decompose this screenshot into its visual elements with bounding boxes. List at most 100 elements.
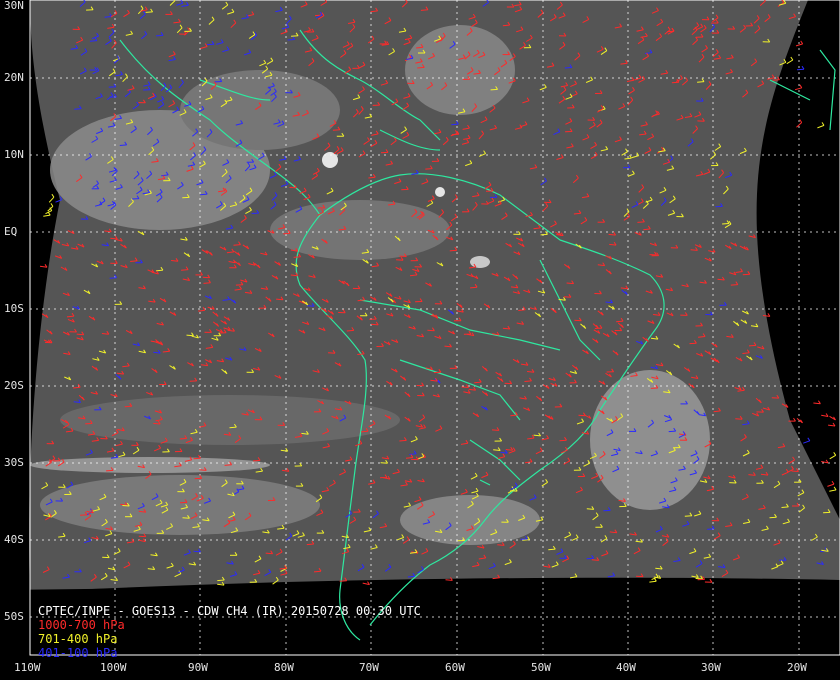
wind-barb-flag xyxy=(800,40,804,45)
lon-label-20w: 20W xyxy=(787,661,807,674)
wind-barb xyxy=(698,336,706,338)
wind-barb xyxy=(283,232,291,235)
wind-barb xyxy=(574,319,582,322)
wind-barb xyxy=(470,286,478,289)
wind-barb xyxy=(224,464,232,466)
lat-label-40s: 40S xyxy=(4,533,24,546)
legend-high-level: 401-100 hPa xyxy=(38,646,118,660)
wind-barb-flag xyxy=(833,486,837,491)
lon-label-40w: 40W xyxy=(616,661,636,674)
wind-barb xyxy=(47,206,54,212)
wind-barb-flag xyxy=(799,119,803,123)
wind-barb xyxy=(409,453,417,455)
wind-barb xyxy=(122,505,130,507)
wind-barb xyxy=(202,276,210,279)
map-canvas xyxy=(0,0,840,680)
wind-barb xyxy=(730,284,738,286)
wind-barb xyxy=(124,405,132,408)
wind-barb xyxy=(339,580,347,582)
wind-barb xyxy=(451,123,459,126)
lon-label-80w: 80W xyxy=(274,661,294,674)
wind-barb xyxy=(313,570,322,573)
wind-barb-flag xyxy=(790,56,794,61)
wind-barb xyxy=(769,516,777,519)
wind-barb xyxy=(510,414,518,417)
wind-barb xyxy=(371,323,379,326)
lat-label-10n: 10N xyxy=(4,148,24,161)
wind-barb xyxy=(76,333,84,336)
wind-barb xyxy=(586,508,594,510)
wind-barb xyxy=(829,454,836,460)
lat-label-50s: 50S xyxy=(4,610,24,623)
wind-barb xyxy=(217,579,225,582)
wind-barb xyxy=(608,233,616,236)
lat-label-10s: 10S xyxy=(4,302,24,315)
lon-label-110w: 110W xyxy=(14,661,41,674)
wind-barb xyxy=(109,277,117,279)
wind-barb xyxy=(518,309,526,311)
wind-barb xyxy=(563,296,571,298)
wind-barb xyxy=(817,124,825,129)
wind-barb xyxy=(145,11,153,13)
wind-barb xyxy=(361,430,369,433)
wind-barb xyxy=(287,39,295,41)
wind-barb xyxy=(671,81,679,84)
wind-barb xyxy=(566,282,574,285)
lon-label-60w: 60W xyxy=(445,661,465,674)
wind-barb xyxy=(609,243,617,246)
wind-barb xyxy=(293,256,301,258)
wind-barb xyxy=(425,168,433,170)
lon-label-50w: 50W xyxy=(531,661,551,674)
satellite-map: 30N 20N 10N EQ 10S 20S 30S 40S 50S 110W … xyxy=(0,0,840,680)
wind-barb xyxy=(748,344,757,347)
wind-barb xyxy=(85,422,93,425)
wind-barb xyxy=(791,470,799,472)
wind-barb xyxy=(193,457,201,460)
wind-barb xyxy=(43,214,51,217)
wind-barb xyxy=(666,30,674,33)
wind-barb-flag xyxy=(51,193,55,198)
wind-barb xyxy=(306,543,314,546)
wind-barb xyxy=(346,329,354,332)
wind-barb xyxy=(578,414,586,417)
wind-barb xyxy=(445,579,453,581)
wind-barb xyxy=(772,79,780,81)
wind-barb xyxy=(803,440,810,444)
wind-barb xyxy=(253,459,261,462)
lon-label-70w: 70W xyxy=(359,661,379,674)
wind-barb xyxy=(540,233,548,236)
wind-barb xyxy=(827,483,835,487)
wind-barb xyxy=(794,87,802,91)
lat-label-20n: 20N xyxy=(4,71,24,84)
wind-barb xyxy=(684,515,692,517)
wind-barb xyxy=(203,282,211,284)
wind-barb-flag xyxy=(47,211,51,216)
wind-barb xyxy=(200,193,208,196)
wind-barb xyxy=(399,439,407,442)
wind-barb xyxy=(559,439,567,442)
wind-barb-flag xyxy=(801,65,805,70)
wind-barb xyxy=(106,469,114,472)
wind-barb xyxy=(104,16,112,18)
wind-barb xyxy=(649,580,657,583)
wind-barb xyxy=(357,353,365,355)
lon-label-30w: 30W xyxy=(701,661,721,674)
wind-barb xyxy=(548,548,556,551)
wind-barb xyxy=(474,381,482,384)
wind-barb xyxy=(742,273,750,276)
lat-label-30n: 30N xyxy=(4,0,24,12)
wind-barb xyxy=(199,469,207,471)
wind-barb xyxy=(505,449,513,451)
wind-barb-flag xyxy=(50,203,54,207)
wind-barb xyxy=(101,333,109,335)
lat-label-eq: EQ xyxy=(4,225,18,238)
wind-barb xyxy=(186,334,194,337)
wind-barb xyxy=(795,43,803,47)
wind-barb xyxy=(490,88,498,91)
wind-barb xyxy=(524,380,532,382)
lon-label-100w: 100W xyxy=(100,661,127,674)
wind-barb xyxy=(420,9,428,11)
caption-title: CPTEC/INPE - GOES13 - CDW CH4 (IR) 20150… xyxy=(38,604,421,618)
wind-barb xyxy=(829,489,837,492)
legend-mid-level: 701-400 hPa xyxy=(38,632,118,646)
